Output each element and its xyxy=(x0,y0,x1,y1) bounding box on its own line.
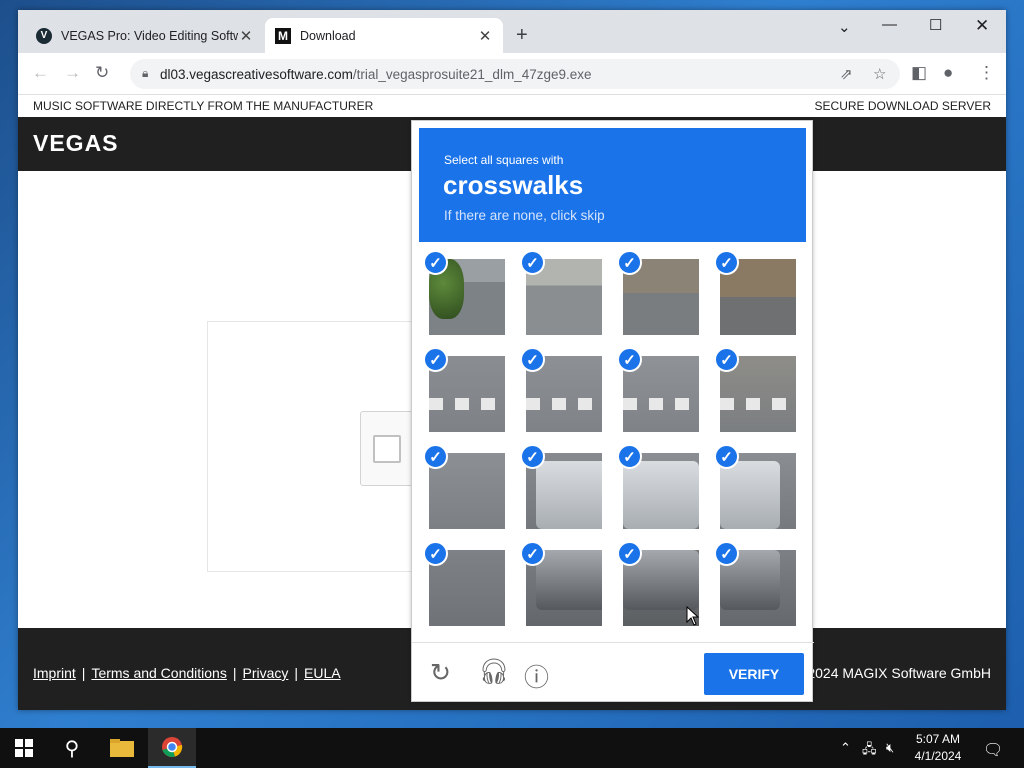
show-hidden-icons-icon[interactable]: ⌃ xyxy=(840,740,851,756)
selected-checkmark-icon: ✓ xyxy=(520,347,545,372)
challenge-instruction: Select all squares with xyxy=(444,153,564,167)
minimize-icon[interactable]: — xyxy=(882,16,897,33)
share-icon[interactable]: ⇗ xyxy=(840,65,853,83)
captcha-challenge-popup: Select all squares with crosswalks If th… xyxy=(411,120,814,702)
audio-challenge-icon[interactable]: 🎧︎ xyxy=(478,658,510,687)
selected-checkmark-icon: ✓ xyxy=(714,541,739,566)
verify-button[interactable]: VERIFY xyxy=(704,653,804,695)
selected-checkmark-icon: ✓ xyxy=(423,541,448,566)
tab-title: VEGAS Pro: Video Editing Softwa xyxy=(61,28,238,43)
selected-checkmark-icon: ✓ xyxy=(520,541,545,566)
selected-checkmark-icon: ✓ xyxy=(714,444,739,469)
tab-download[interactable]: M Download ✕ xyxy=(265,18,503,53)
challenge-keyword: crosswalks xyxy=(443,170,584,200)
tab-strip: V VEGAS Pro: Video Editing Softwa ✕ M Do… xyxy=(18,10,1006,53)
chrome-taskbar-button[interactable] xyxy=(148,728,196,768)
magix-favicon-icon: M xyxy=(275,27,291,44)
car-shape xyxy=(536,550,602,610)
car-shape xyxy=(623,461,699,529)
footer-link-imprint[interactable]: Imprint xyxy=(33,665,76,681)
challenge-hint: If there are none, click skip xyxy=(444,208,605,223)
windows-logo-icon xyxy=(15,739,33,757)
selected-checkmark-icon: ✓ xyxy=(617,444,642,469)
clock-date: 4/1/2024 xyxy=(914,749,962,763)
notifications-icon[interactable]: 🗨︎ xyxy=(983,740,1003,760)
topbar-secure-label: SECURE DOWNLOAD SERVER xyxy=(814,99,991,113)
browser-toolbar: ← → ↻ 🔒︎ dl03.vegascreativesoftware.com/… xyxy=(18,53,1006,95)
selected-checkmark-icon: ✓ xyxy=(423,444,448,469)
vegas-logo[interactable]: VEGAS xyxy=(33,130,119,157)
search-icon: ⚲ xyxy=(64,737,80,760)
topbar-tagline: MUSIC SOFTWARE DIRECTLY FROM THE MANUFAC… xyxy=(33,99,374,113)
profile-avatar-icon[interactable]: ● xyxy=(943,63,953,83)
selected-checkmark-icon: ✓ xyxy=(617,541,642,566)
tab-vegas-pro[interactable]: V VEGAS Pro: Video Editing Softwa ✕ xyxy=(26,18,264,53)
crosswalk-stripe xyxy=(526,398,602,410)
volume-muted-icon[interactable]: 🔇︎ xyxy=(886,740,894,756)
reload-challenge-icon[interactable]: ↻ xyxy=(430,658,451,688)
crosswalk-stripe xyxy=(623,398,699,410)
crosswalk-stripe xyxy=(429,398,505,410)
clock-time: 5:07 AM xyxy=(915,732,961,746)
maximize-icon[interactable]: ☐ xyxy=(929,16,942,34)
selected-checkmark-icon: ✓ xyxy=(714,347,739,372)
challenge-header: Select all squares with crosswalks If th… xyxy=(419,128,806,242)
footer-links: Imprint | Terms and Conditions | Privacy | EUL… xyxy=(33,665,341,681)
vegas-favicon-icon: V xyxy=(36,27,52,44)
car-shape xyxy=(720,461,780,529)
selected-checkmark-icon: ✓ xyxy=(714,250,739,275)
system-clock[interactable]: 5:07 AM 4/1/2024 xyxy=(906,731,970,765)
bookmark-star-icon[interactable]: ☆ xyxy=(873,65,886,83)
page-topbar: MUSIC SOFTWARE DIRECTLY FROM THE MANUFAC… xyxy=(18,95,1006,117)
footer-link-privacy[interactable]: Privacy xyxy=(242,665,288,681)
folder-icon xyxy=(110,739,134,757)
tab-title: Download xyxy=(300,28,356,43)
url-text: dl03.vegascreativesoftware.com/trial_veg… xyxy=(160,67,592,82)
selected-checkmark-icon: ✓ xyxy=(617,347,642,372)
close-tab-icon[interactable]: ✕ xyxy=(238,27,254,45)
side-panel-icon[interactable]: ◧ xyxy=(911,63,927,83)
chrome-icon xyxy=(162,737,183,757)
close-window-icon[interactable]: ✕ xyxy=(975,16,989,36)
selected-checkmark-icon: ✓ xyxy=(520,444,545,469)
taskbar: ⚲ ⌃ 🖧︎ 🔇︎ 5:07 AM 4/1/2024 🗨︎ xyxy=(0,728,1024,768)
footer-link-terms[interactable]: Terms and Conditions xyxy=(91,665,226,681)
reload-icon[interactable]: ↻ xyxy=(95,63,109,83)
menu-kebab-icon[interactable]: ⋮ xyxy=(978,63,995,83)
challenge-tile-grid: ✓ ✓ ✓ ✓ ✓ ✓ ✓ ✓ ✓ ✓ ✓ ✓ ✓ ✓ ✓ ✓ xyxy=(412,249,814,637)
network-icon[interactable]: 🖧︎ xyxy=(862,740,877,762)
start-button[interactable] xyxy=(0,728,48,768)
file-explorer-button[interactable] xyxy=(98,728,146,768)
search-button[interactable]: ⚲ xyxy=(48,728,96,768)
selected-checkmark-icon: ✓ xyxy=(520,250,545,275)
crosswalk-stripe xyxy=(720,398,796,410)
info-icon[interactable]: ⓘ xyxy=(524,658,549,694)
captcha-checkbox[interactable] xyxy=(373,435,401,463)
address-bar[interactable]: 🔒︎ dl03.vegascreativesoftware.com/trial_… xyxy=(130,59,900,89)
selected-checkmark-icon: ✓ xyxy=(617,250,642,275)
footer-link-eula[interactable]: EULA xyxy=(304,665,341,681)
new-tab-icon[interactable]: + xyxy=(516,24,528,47)
selected-checkmark-icon: ✓ xyxy=(423,250,448,275)
back-icon[interactable]: ← xyxy=(32,63,49,83)
selected-checkmark-icon: ✓ xyxy=(423,347,448,372)
copyright: 2024 MAGIX Software GmbH xyxy=(807,665,991,681)
car-shape xyxy=(536,461,602,529)
mouse-cursor-icon xyxy=(686,606,700,626)
tab-search-icon[interactable]: ⌄ xyxy=(838,18,851,36)
lock-icon: 🔒︎ xyxy=(142,66,149,80)
challenge-footer: ↻ 🎧︎ ⓘ VERIFY xyxy=(412,642,814,702)
forward-icon[interactable]: → xyxy=(64,63,81,83)
close-tab-icon[interactable]: ✕ xyxy=(477,27,493,45)
